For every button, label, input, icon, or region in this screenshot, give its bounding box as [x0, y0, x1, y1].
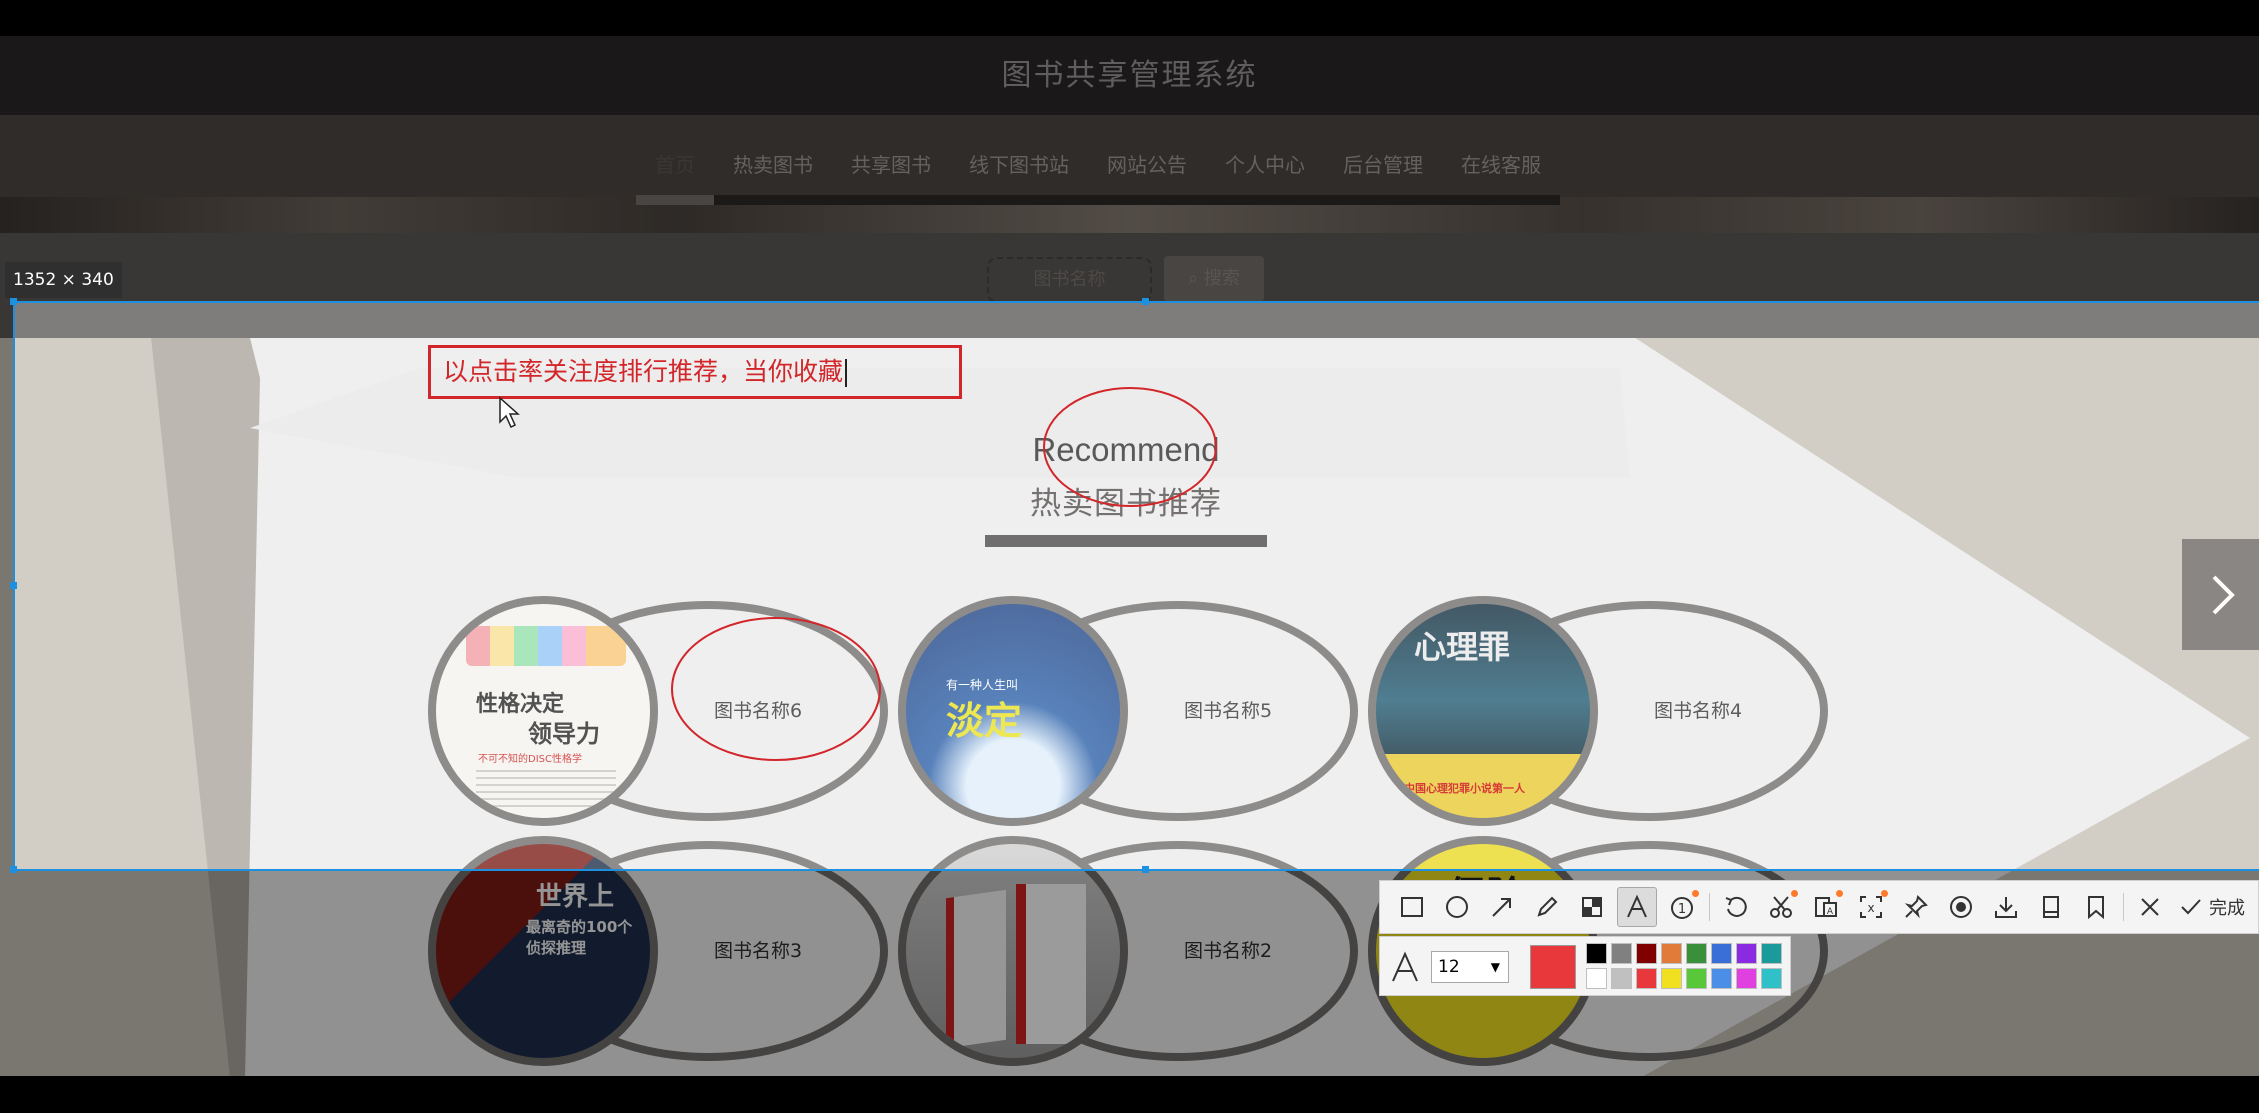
badge-dot — [1881, 890, 1888, 897]
rectangle-tool[interactable] — [1392, 887, 1432, 927]
resize-handle[interactable] — [1142, 866, 1149, 873]
cut-icon — [1770, 896, 1792, 918]
font-size-icon — [1392, 951, 1418, 982]
font-size-select[interactable]: 12 ▼ — [1431, 951, 1509, 983]
pencil-icon — [1537, 896, 1558, 917]
long-screenshot-icon — [2043, 896, 2059, 918]
undo-icon — [1725, 896, 1747, 917]
svg-text:1: 1 — [1678, 902, 1686, 917]
color-swatch[interactable] — [1611, 968, 1632, 989]
screen: 图书共享管理系统 首页 热卖图书 共享图书 线下图书站 网站公告 个人中心 后台… — [0, 0, 2259, 1113]
color-swatch[interactable] — [1586, 968, 1607, 989]
ocr-icon: A — [1815, 897, 1837, 917]
svg-text:A: A — [1827, 907, 1834, 917]
chevron-down-icon: ▼ — [1490, 960, 1500, 974]
record-icon — [1950, 896, 1972, 918]
mosaic-icon — [1582, 897, 1602, 917]
current-color-swatch[interactable] — [1530, 945, 1576, 989]
text-icon — [1627, 894, 1647, 918]
pencil-tool[interactable] — [1527, 887, 1567, 927]
cancel-button[interactable] — [2130, 887, 2170, 927]
text-style-bar: 12 ▼ — [1379, 936, 1791, 996]
text-cursor — [845, 359, 848, 387]
translate-button[interactable]: x — [1851, 887, 1891, 927]
color-swatch[interactable] — [1736, 968, 1757, 989]
color-swatch[interactable] — [1611, 943, 1632, 964]
arrow-tool[interactable] — [1482, 887, 1522, 927]
bookmark-button[interactable] — [2076, 887, 2116, 927]
resize-handle[interactable] — [10, 298, 17, 305]
color-swatch[interactable] — [1711, 943, 1732, 964]
color-swatch[interactable] — [1636, 943, 1657, 964]
arrow-icon — [1492, 898, 1511, 917]
ellipse-annotation — [671, 617, 881, 761]
svg-text:x: x — [1867, 901, 1874, 915]
text-tool[interactable] — [1617, 887, 1657, 927]
toolbar-divider — [1709, 893, 1710, 921]
rectangle-icon — [1401, 897, 1423, 917]
color-swatch[interactable] — [1711, 968, 1732, 989]
color-swatch[interactable] — [1686, 943, 1707, 964]
close-icon — [2141, 898, 2159, 916]
color-swatch[interactable] — [1761, 968, 1782, 989]
capture-dim-overlay — [0, 0, 2259, 302]
number-icon: 1 — [1671, 897, 1693, 919]
ocr-button[interactable]: A — [1806, 887, 1846, 927]
undo-button[interactable] — [1716, 887, 1756, 927]
pin-icon — [1904, 895, 1928, 919]
ellipse-annotation — [1043, 387, 1217, 507]
color-swatch[interactable] — [1761, 943, 1782, 964]
pin-button[interactable] — [1896, 887, 1936, 927]
record-button[interactable] — [1941, 887, 1981, 927]
long-screenshot-button[interactable] — [2031, 887, 2071, 927]
done-label: 完成 — [2209, 898, 2245, 919]
mouse-cursor-icon — [499, 396, 520, 429]
color-swatch[interactable] — [1686, 968, 1707, 989]
bookmark-icon — [2088, 896, 2104, 920]
translate-icon: x — [1860, 896, 1882, 918]
color-swatch[interactable] — [1636, 968, 1657, 989]
font-size-value: 12 — [1438, 957, 1460, 977]
color-swatch[interactable] — [1736, 943, 1757, 964]
cut-button[interactable] — [1761, 887, 1801, 927]
annotation-toolbar: 1 A x 完成 — [1379, 880, 2259, 934]
download-icon — [1995, 897, 2017, 918]
mosaic-tool[interactable] — [1572, 887, 1612, 927]
check-icon — [2181, 899, 2201, 915]
badge-dot — [1791, 890, 1798, 897]
badge-dot — [1692, 890, 1699, 897]
resize-handle[interactable] — [10, 866, 17, 873]
badge-dot — [1836, 890, 1843, 897]
ellipse-icon — [1446, 896, 1468, 918]
download-button[interactable] — [1986, 887, 2026, 927]
annotation-text: 以点击率关注度排行推荐，当你收藏 — [443, 357, 844, 386]
color-swatch[interactable] — [1586, 943, 1607, 964]
text-annotation-box[interactable]: 以点击率关注度排行推荐，当你收藏 — [428, 345, 962, 399]
toolbar-divider — [2123, 893, 2124, 921]
resize-handle[interactable] — [1142, 298, 1149, 305]
selection-size-label: 1352 × 340 — [5, 262, 122, 298]
number-tool[interactable]: 1 — [1662, 887, 1702, 927]
color-swatch[interactable] — [1661, 943, 1682, 964]
done-button[interactable]: 完成 — [2179, 894, 2245, 920]
resize-handle[interactable] — [10, 582, 17, 589]
color-swatch[interactable] — [1661, 968, 1682, 989]
ellipse-tool[interactable] — [1437, 887, 1477, 927]
